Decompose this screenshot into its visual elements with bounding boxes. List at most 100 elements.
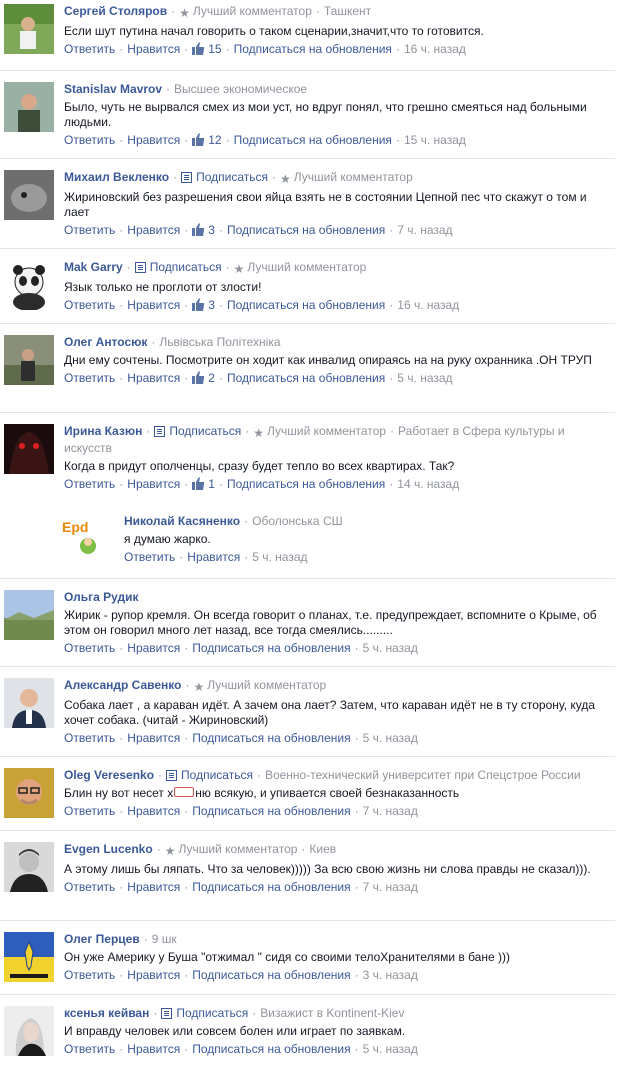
like-link[interactable]: Нравится	[127, 42, 180, 56]
author-name[interactable]: Сергей Столяров	[64, 4, 167, 18]
follow-link[interactable]: Подписаться	[196, 170, 268, 184]
avatar[interactable]	[4, 82, 54, 132]
avatar[interactable]	[4, 4, 54, 54]
timestamp[interactable]: 5 ч. назад	[363, 641, 418, 655]
timestamp[interactable]: 7 ч. назад	[363, 880, 418, 894]
timestamp[interactable]: 5 ч. назад	[363, 1042, 418, 1056]
like-link[interactable]: Нравится	[127, 804, 180, 818]
avatar[interactable]	[4, 335, 54, 385]
subscribe-link[interactable]: Подписаться на обновления	[192, 1042, 350, 1056]
divider	[0, 756, 615, 757]
author-name[interactable]: Mak Garry	[64, 260, 123, 274]
subscribe-link[interactable]: Подписаться на обновления	[192, 804, 350, 818]
author-name[interactable]: Oleg Veresenko	[64, 768, 154, 782]
timestamp[interactable]: 3 ч. назад	[363, 968, 418, 982]
author-name[interactable]: Ирина Казюн	[64, 424, 142, 438]
subscribe-link[interactable]: Подписаться на обновления	[227, 477, 385, 491]
subscribe-link[interactable]: Подписаться на обновления	[192, 968, 350, 982]
follow-link[interactable]: Подписаться	[181, 768, 253, 782]
thumbs-up-icon	[192, 42, 205, 55]
avatar[interactable]	[4, 170, 54, 220]
author-name[interactable]: Александр Савенко	[64, 678, 181, 692]
author-name[interactable]: Stanislav Mavrov	[64, 82, 162, 96]
reply-link[interactable]: Ответить	[124, 550, 175, 564]
timestamp[interactable]: 5 ч. назад	[397, 371, 452, 385]
author-name[interactable]: Олег Перцев	[64, 932, 140, 946]
like-link[interactable]: Нравится	[127, 298, 180, 312]
like-link[interactable]: Нравится	[127, 641, 180, 655]
location: Ташкент	[323, 4, 372, 18]
reply-link[interactable]: Ответить	[64, 1042, 115, 1056]
like-link[interactable]: Нравится	[127, 371, 180, 385]
reply-link[interactable]: Ответить	[64, 477, 115, 491]
divider	[0, 666, 615, 667]
reply-link[interactable]: Ответить	[64, 731, 115, 745]
thumbs-up-icon	[192, 298, 205, 311]
reply-link[interactable]: Ответить	[64, 641, 115, 655]
timestamp[interactable]: 15 ч. назад	[404, 133, 466, 147]
author-name[interactable]: ксенья кейван	[64, 1006, 149, 1020]
subscribe-link[interactable]: Подписаться на обновления	[227, 298, 385, 312]
reply-link[interactable]: Ответить	[64, 804, 115, 818]
like-link[interactable]: Нравится	[127, 880, 180, 894]
star-icon: ★	[280, 172, 291, 186]
like-count: 2	[208, 371, 215, 385]
education: Военно-технический университет при Спецс…	[264, 768, 581, 782]
reply-link[interactable]: Ответить	[64, 223, 115, 237]
timestamp[interactable]: 14 ч. назад	[397, 477, 459, 491]
avatar[interactable]	[4, 260, 54, 310]
author-name[interactable]: Николай Касяненко	[124, 514, 240, 528]
avatar[interactable]: Epd	[60, 514, 108, 562]
author-name[interactable]: Олег Антосюк	[64, 335, 147, 349]
like-link[interactable]: Нравится	[127, 1042, 180, 1056]
subscribe-link[interactable]: Подписаться на обновления	[192, 880, 350, 894]
timestamp[interactable]: 5 ч. назад	[252, 550, 307, 564]
timestamp[interactable]: 16 ч. назад	[397, 298, 459, 312]
like-link[interactable]: Нравится	[127, 968, 180, 982]
reply-link[interactable]: Ответить	[64, 133, 115, 147]
reply-link[interactable]: Ответить	[64, 880, 115, 894]
subscribe-icon	[134, 262, 146, 273]
reply-link[interactable]: Ответить	[64, 298, 115, 312]
follow-link[interactable]: Подписаться	[150, 260, 222, 274]
like-count: 1	[208, 477, 215, 491]
comment-text: А этому лишь бы ляпать. Что за человек))…	[64, 862, 591, 876]
comment-text: Если шут путина начал говорить о таком с…	[64, 24, 484, 38]
subscribe-link[interactable]: Подписаться на обновления	[227, 223, 385, 237]
avatar[interactable]	[4, 932, 54, 982]
comment-text-part: Блин ну вот несет х	[64, 786, 174, 800]
timestamp[interactable]: 16 ч. назад	[404, 42, 466, 56]
reply-link[interactable]: Ответить	[64, 42, 115, 56]
avatar[interactable]	[4, 842, 54, 892]
thumbs-up-icon	[192, 371, 205, 384]
reply-link[interactable]: Ответить	[64, 371, 115, 385]
timestamp[interactable]: 5 ч. назад	[363, 731, 418, 745]
avatar[interactable]	[4, 1006, 54, 1056]
timestamp[interactable]: 7 ч. назад	[363, 804, 418, 818]
follow-link[interactable]: Подписаться	[176, 1006, 248, 1020]
avatar[interactable]	[4, 424, 54, 474]
like-link[interactable]: Нравится	[127, 223, 180, 237]
author-name[interactable]: Evgen Lucenko	[64, 842, 153, 856]
like-link[interactable]: Нравится	[127, 477, 180, 491]
comment-text: Он уже Америку у Буша "отжимал " сидя со…	[64, 950, 510, 964]
author-name[interactable]: Ольга Рудик	[64, 590, 139, 604]
like-link[interactable]: Нравится	[127, 133, 180, 147]
like-link[interactable]: Нравится	[187, 550, 240, 564]
subscribe-link[interactable]: Подписаться на обновления	[192, 731, 350, 745]
divider	[0, 412, 615, 413]
author-name[interactable]: Михаил Векленко	[64, 170, 169, 184]
like-link[interactable]: Нравится	[127, 731, 180, 745]
follow-link[interactable]: Подписаться	[169, 424, 241, 438]
avatar[interactable]	[4, 768, 54, 818]
subscribe-link[interactable]: Подписаться на обновления	[192, 641, 350, 655]
reply-link[interactable]: Ответить	[64, 968, 115, 982]
subscribe-link[interactable]: Подписаться на обновления	[234, 133, 392, 147]
avatar[interactable]	[4, 678, 54, 728]
subscribe-link[interactable]: Подписаться на обновления	[227, 371, 385, 385]
avatar[interactable]	[4, 590, 54, 640]
star-icon: ★	[164, 844, 176, 858]
divider	[0, 578, 615, 579]
subscribe-link[interactable]: Подписаться на обновления	[234, 42, 392, 56]
timestamp[interactable]: 7 ч. назад	[397, 223, 452, 237]
